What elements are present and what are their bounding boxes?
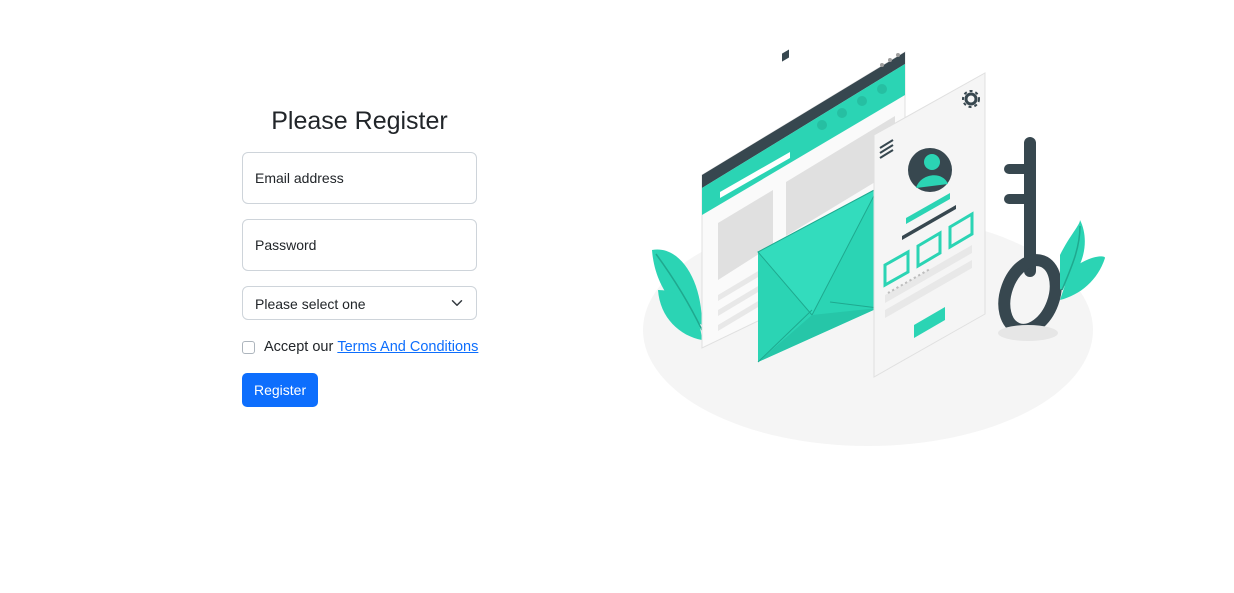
password-input[interactable] xyxy=(243,220,480,272)
register-page: Please Register Email address Password P… xyxy=(0,0,1234,593)
email-field[interactable]: Email address xyxy=(242,152,480,205)
register-illustration xyxy=(643,49,1105,446)
role-select[interactable]: Please select one xyxy=(242,286,477,320)
password-field[interactable]: Password xyxy=(242,219,480,272)
terms-checkbox[interactable] xyxy=(242,340,255,354)
terms-row: Accept our Terms And Conditions xyxy=(242,337,478,357)
page-title: Please Register xyxy=(271,107,448,135)
register-button[interactable]: Register xyxy=(242,373,319,407)
terms-link[interactable]: Terms And Conditions xyxy=(337,339,478,355)
right-leaves-icon xyxy=(1060,220,1105,300)
chevron-down-icon xyxy=(451,300,463,306)
register-form: Please Register Email address Password P… xyxy=(242,104,480,407)
email-input[interactable] xyxy=(243,153,480,205)
terms-text: Accept our xyxy=(264,339,334,355)
select-value: Please select one xyxy=(255,296,366,312)
